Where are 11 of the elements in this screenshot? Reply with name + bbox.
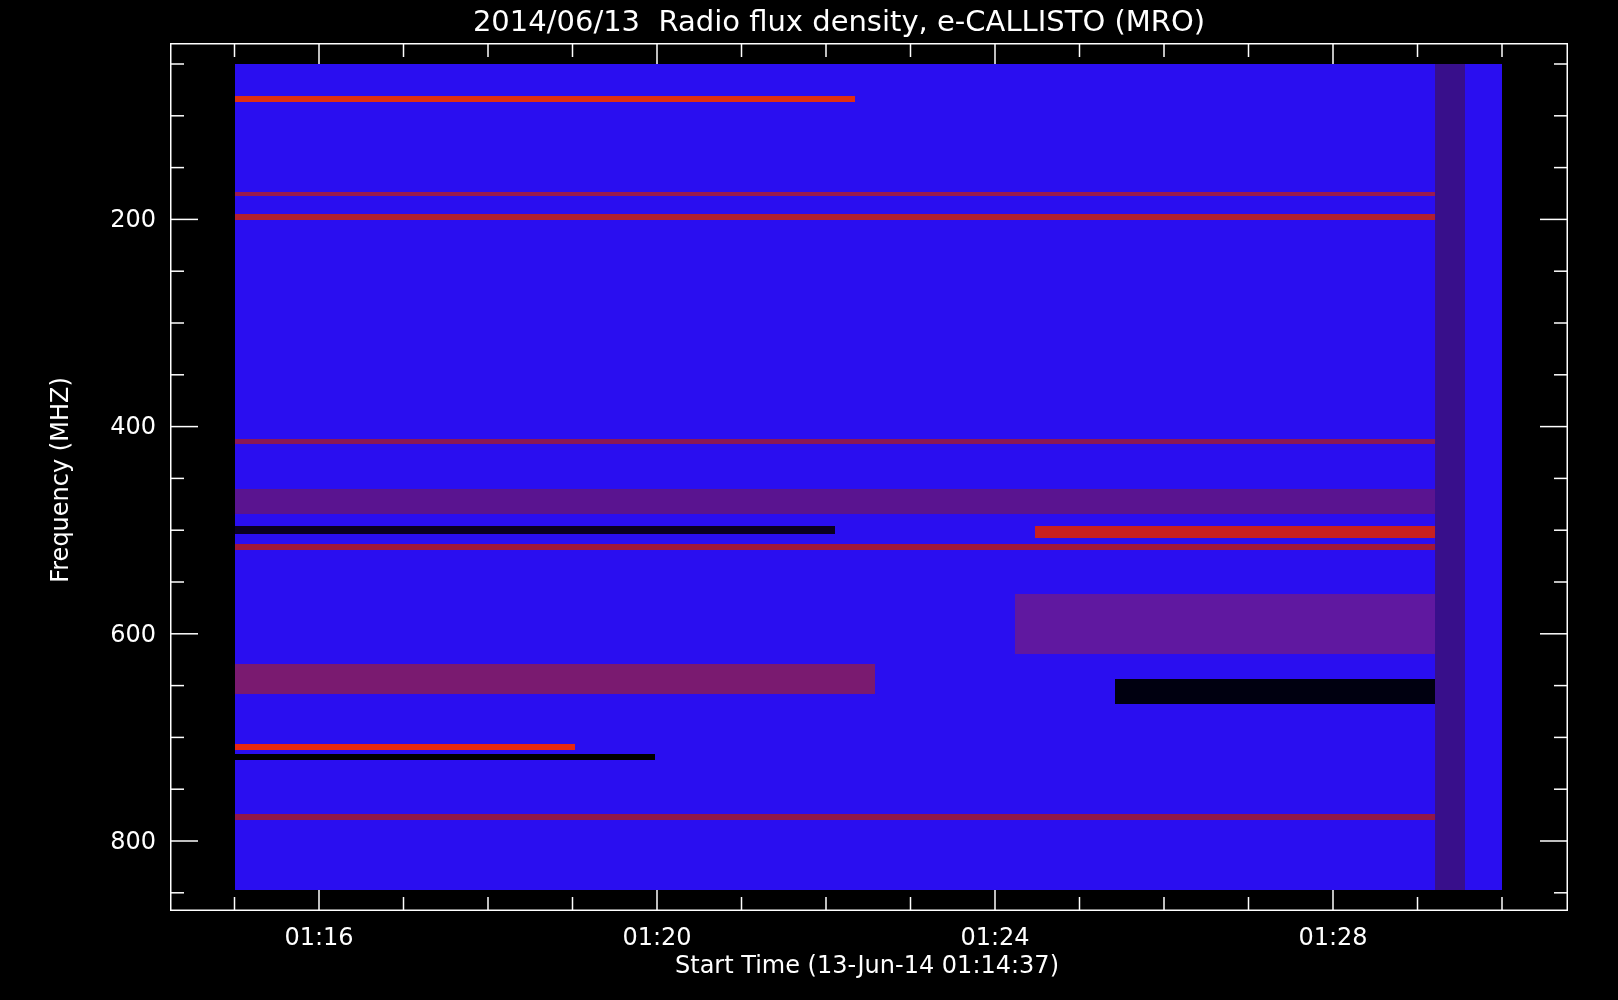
axis-label: Start Time (13-Jun-14 01:14:37) [675, 953, 1059, 977]
tick-label: 01:24 [960, 925, 1030, 949]
tick-label: 01:28 [1298, 925, 1368, 949]
tick-label: 01:20 [622, 925, 692, 949]
chart-title: 2014/06/13 Radio flux density, e-CALLISTO (MRO) [472, 4, 1206, 38]
axis-label: Frequency (MHZ) [48, 377, 72, 583]
tick-label: 600 [110, 622, 156, 646]
tick-label: 01:16 [284, 925, 354, 949]
tick-label: 400 [110, 414, 156, 438]
tick-label: 800 [110, 829, 156, 853]
tick-label: 200 [110, 207, 156, 231]
